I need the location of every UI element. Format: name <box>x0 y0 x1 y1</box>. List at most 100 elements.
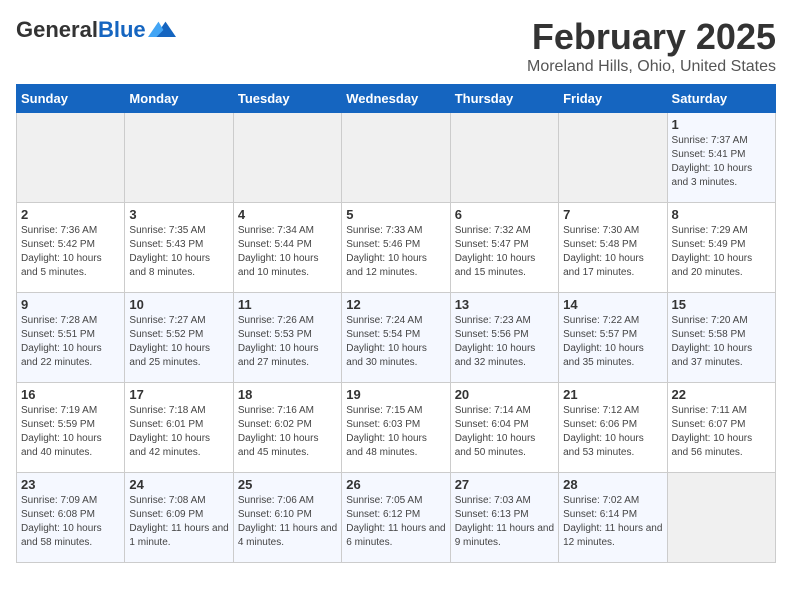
weekday-header-friday: Friday <box>559 85 667 113</box>
day-number: 3 <box>129 207 228 222</box>
weekday-header-saturday: Saturday <box>667 85 775 113</box>
day-info: Sunrise: 7:09 AM Sunset: 6:08 PM Dayligh… <box>21 494 120 550</box>
day-info: Sunrise: 7:24 AM Sunset: 5:54 PM Dayligh… <box>346 314 445 370</box>
weekday-header-tuesday: Tuesday <box>233 85 341 113</box>
day-info: Sunrise: 7:11 AM Sunset: 6:07 PM Dayligh… <box>672 404 771 460</box>
day-number: 20 <box>455 387 554 402</box>
calendar-cell: 25 Sunrise: 7:06 AM Sunset: 6:10 PM Dayli… <box>233 473 341 563</box>
calendar-cell <box>559 113 667 203</box>
day-info: Sunrise: 7:34 AM Sunset: 5:44 PM Dayligh… <box>238 224 337 280</box>
day-info: Sunrise: 7:03 AM Sunset: 6:13 PM Dayligh… <box>455 494 554 550</box>
weekday-header-sunday: Sunday <box>17 85 125 113</box>
day-number: 21 <box>563 387 662 402</box>
calendar-cell: 12 Sunrise: 7:24 AM Sunset: 5:54 PM Dayli… <box>342 293 450 383</box>
day-info: Sunrise: 7:37 AM Sunset: 5:41 PM Dayligh… <box>672 134 771 190</box>
day-number: 24 <box>129 477 228 492</box>
weekday-header-row: SundayMondayTuesdayWednesdayThursdayFrid… <box>17 85 776 113</box>
day-info: Sunrise: 7:12 AM Sunset: 6:06 PM Dayligh… <box>563 404 662 460</box>
day-number: 9 <box>21 297 120 312</box>
day-info: Sunrise: 7:30 AM Sunset: 5:48 PM Dayligh… <box>563 224 662 280</box>
day-number: 25 <box>238 477 337 492</box>
calendar-cell <box>125 113 233 203</box>
day-number: 26 <box>346 477 445 492</box>
day-number: 15 <box>672 297 771 312</box>
calendar-cell: 5Sunrise: 7:33 AM Sunset: 5:46 PM Daylig… <box>342 203 450 293</box>
logo: GeneralBlue <box>16 16 176 44</box>
day-info: Sunrise: 7:36 AM Sunset: 5:42 PM Dayligh… <box>21 224 120 280</box>
day-info: Sunrise: 7:35 AM Sunset: 5:43 PM Dayligh… <box>129 224 228 280</box>
day-number: 22 <box>672 387 771 402</box>
day-info: Sunrise: 7:22 AM Sunset: 5:57 PM Dayligh… <box>563 314 662 370</box>
day-number: 8 <box>672 207 771 222</box>
day-number: 17 <box>129 387 228 402</box>
weekday-header-thursday: Thursday <box>450 85 558 113</box>
day-info: Sunrise: 7:26 AM Sunset: 5:53 PM Dayligh… <box>238 314 337 370</box>
calendar-week-row: 23 Sunrise: 7:09 AM Sunset: 6:08 PM Dayli… <box>17 473 776 563</box>
calendar-cell <box>450 113 558 203</box>
calendar-cell: 3 Sunrise: 7:35 AM Sunset: 5:43 PM Daylig… <box>125 203 233 293</box>
calendar-cell: 15 Sunrise: 7:20 AM Sunset: 5:58 PM Dayli… <box>667 293 775 383</box>
calendar-cell: 26 Sunrise: 7:05 AM Sunset: 6:12 PM Dayli… <box>342 473 450 563</box>
calendar-cell: 4 Sunrise: 7:34 AM Sunset: 5:44 PM Daylig… <box>233 203 341 293</box>
calendar-cell: 9 Sunrise: 7:28 AM Sunset: 5:51 PM Daylig… <box>17 293 125 383</box>
day-info: Sunrise: 7:20 AM Sunset: 5:58 PM Dayligh… <box>672 314 771 370</box>
day-number: 27 <box>455 477 554 492</box>
day-info: Sunrise: 7:27 AM Sunset: 5:52 PM Dayligh… <box>129 314 228 370</box>
day-number: 1 <box>672 117 771 132</box>
day-info: Sunrise: 7:29 AM Sunset: 5:49 PM Dayligh… <box>672 224 771 280</box>
day-number: 14 <box>563 297 662 312</box>
day-number: 19 <box>346 387 445 402</box>
day-number: 7 <box>563 207 662 222</box>
day-info: Sunrise: 7:14 AM Sunset: 6:04 PM Dayligh… <box>455 404 554 460</box>
calendar-cell: 24 Sunrise: 7:08 AM Sunset: 6:09 PM Dayli… <box>125 473 233 563</box>
logo-icon <box>148 16 176 44</box>
calendar-cell: 18 Sunrise: 7:16 AM Sunset: 6:02 PM Dayli… <box>233 383 341 473</box>
calendar-table: SundayMondayTuesdayWednesdayThursdayFrid… <box>16 84 776 563</box>
day-info: Sunrise: 7:05 AM Sunset: 6:12 PM Dayligh… <box>346 494 445 550</box>
day-info: Sunrise: 7:02 AM Sunset: 6:14 PM Dayligh… <box>563 494 662 550</box>
logo-general-text: General <box>16 17 98 42</box>
subtitle: Moreland Hills, Ohio, United States <box>527 58 776 76</box>
title-area: February 2025 Moreland Hills, Ohio, Unit… <box>527 16 776 76</box>
day-info: Sunrise: 7:16 AM Sunset: 6:02 PM Dayligh… <box>238 404 337 460</box>
day-number: 11 <box>238 297 337 312</box>
calendar-cell: 6 Sunrise: 7:32 AM Sunset: 5:47 PM Daylig… <box>450 203 558 293</box>
day-info: Sunrise: 7:18 AM Sunset: 6:01 PM Dayligh… <box>129 404 228 460</box>
calendar-cell: 21 Sunrise: 7:12 AM Sunset: 6:06 PM Dayli… <box>559 383 667 473</box>
calendar-cell: 16Sunrise: 7:19 AM Sunset: 5:59 PM Dayli… <box>17 383 125 473</box>
day-info: Sunrise: 7:06 AM Sunset: 6:10 PM Dayligh… <box>238 494 337 550</box>
calendar-cell <box>667 473 775 563</box>
day-number: 23 <box>21 477 120 492</box>
calendar-cell: 8 Sunrise: 7:29 AM Sunset: 5:49 PM Daylig… <box>667 203 775 293</box>
day-number: 6 <box>455 207 554 222</box>
calendar-cell: 23 Sunrise: 7:09 AM Sunset: 6:08 PM Dayli… <box>17 473 125 563</box>
day-number: 2 <box>21 207 120 222</box>
logo-blue-text: Blue <box>98 17 146 42</box>
day-number: 28 <box>563 477 662 492</box>
calendar-cell: 2 Sunrise: 7:36 AM Sunset: 5:42 PM Daylig… <box>17 203 125 293</box>
calendar-cell: 22 Sunrise: 7:11 AM Sunset: 6:07 PM Dayli… <box>667 383 775 473</box>
calendar-cell: 10Sunrise: 7:27 AM Sunset: 5:52 PM Dayli… <box>125 293 233 383</box>
calendar-cell: 1 Sunrise: 7:37 AM Sunset: 5:41 PM Daylig… <box>667 113 775 203</box>
day-info: Sunrise: 7:33 AM Sunset: 5:46 PM Dayligh… <box>346 224 445 280</box>
calendar-cell: 27 Sunrise: 7:03 AM Sunset: 6:13 PM Dayli… <box>450 473 558 563</box>
main-title: February 2025 <box>527 16 776 58</box>
calendar-cell: 13 Sunrise: 7:23 AM Sunset: 5:56 PM Dayli… <box>450 293 558 383</box>
page-header: GeneralBlue February 2025 Moreland Hills… <box>16 16 776 76</box>
day-number: 13 <box>455 297 554 312</box>
day-info: Sunrise: 7:32 AM Sunset: 5:47 PM Dayligh… <box>455 224 554 280</box>
calendar-cell: 14 Sunrise: 7:22 AM Sunset: 5:57 PM Dayli… <box>559 293 667 383</box>
day-info: Sunrise: 7:15 AM Sunset: 6:03 PM Dayligh… <box>346 404 445 460</box>
day-number: 4 <box>238 207 337 222</box>
day-info: Sunrise: 7:28 AM Sunset: 5:51 PM Dayligh… <box>21 314 120 370</box>
calendar-cell: 7 Sunrise: 7:30 AM Sunset: 5:48 PM Daylig… <box>559 203 667 293</box>
calendar-week-row: 2 Sunrise: 7:36 AM Sunset: 5:42 PM Daylig… <box>17 203 776 293</box>
day-number: 18 <box>238 387 337 402</box>
day-number: 12 <box>346 297 445 312</box>
day-number: 16 <box>21 387 120 402</box>
calendar-cell: 20 Sunrise: 7:14 AM Sunset: 6:04 PM Dayli… <box>450 383 558 473</box>
day-info: Sunrise: 7:23 AM Sunset: 5:56 PM Dayligh… <box>455 314 554 370</box>
weekday-header-wednesday: Wednesday <box>342 85 450 113</box>
calendar-week-row: 16Sunrise: 7:19 AM Sunset: 5:59 PM Dayli… <box>17 383 776 473</box>
day-info: Sunrise: 7:08 AM Sunset: 6:09 PM Dayligh… <box>129 494 228 550</box>
